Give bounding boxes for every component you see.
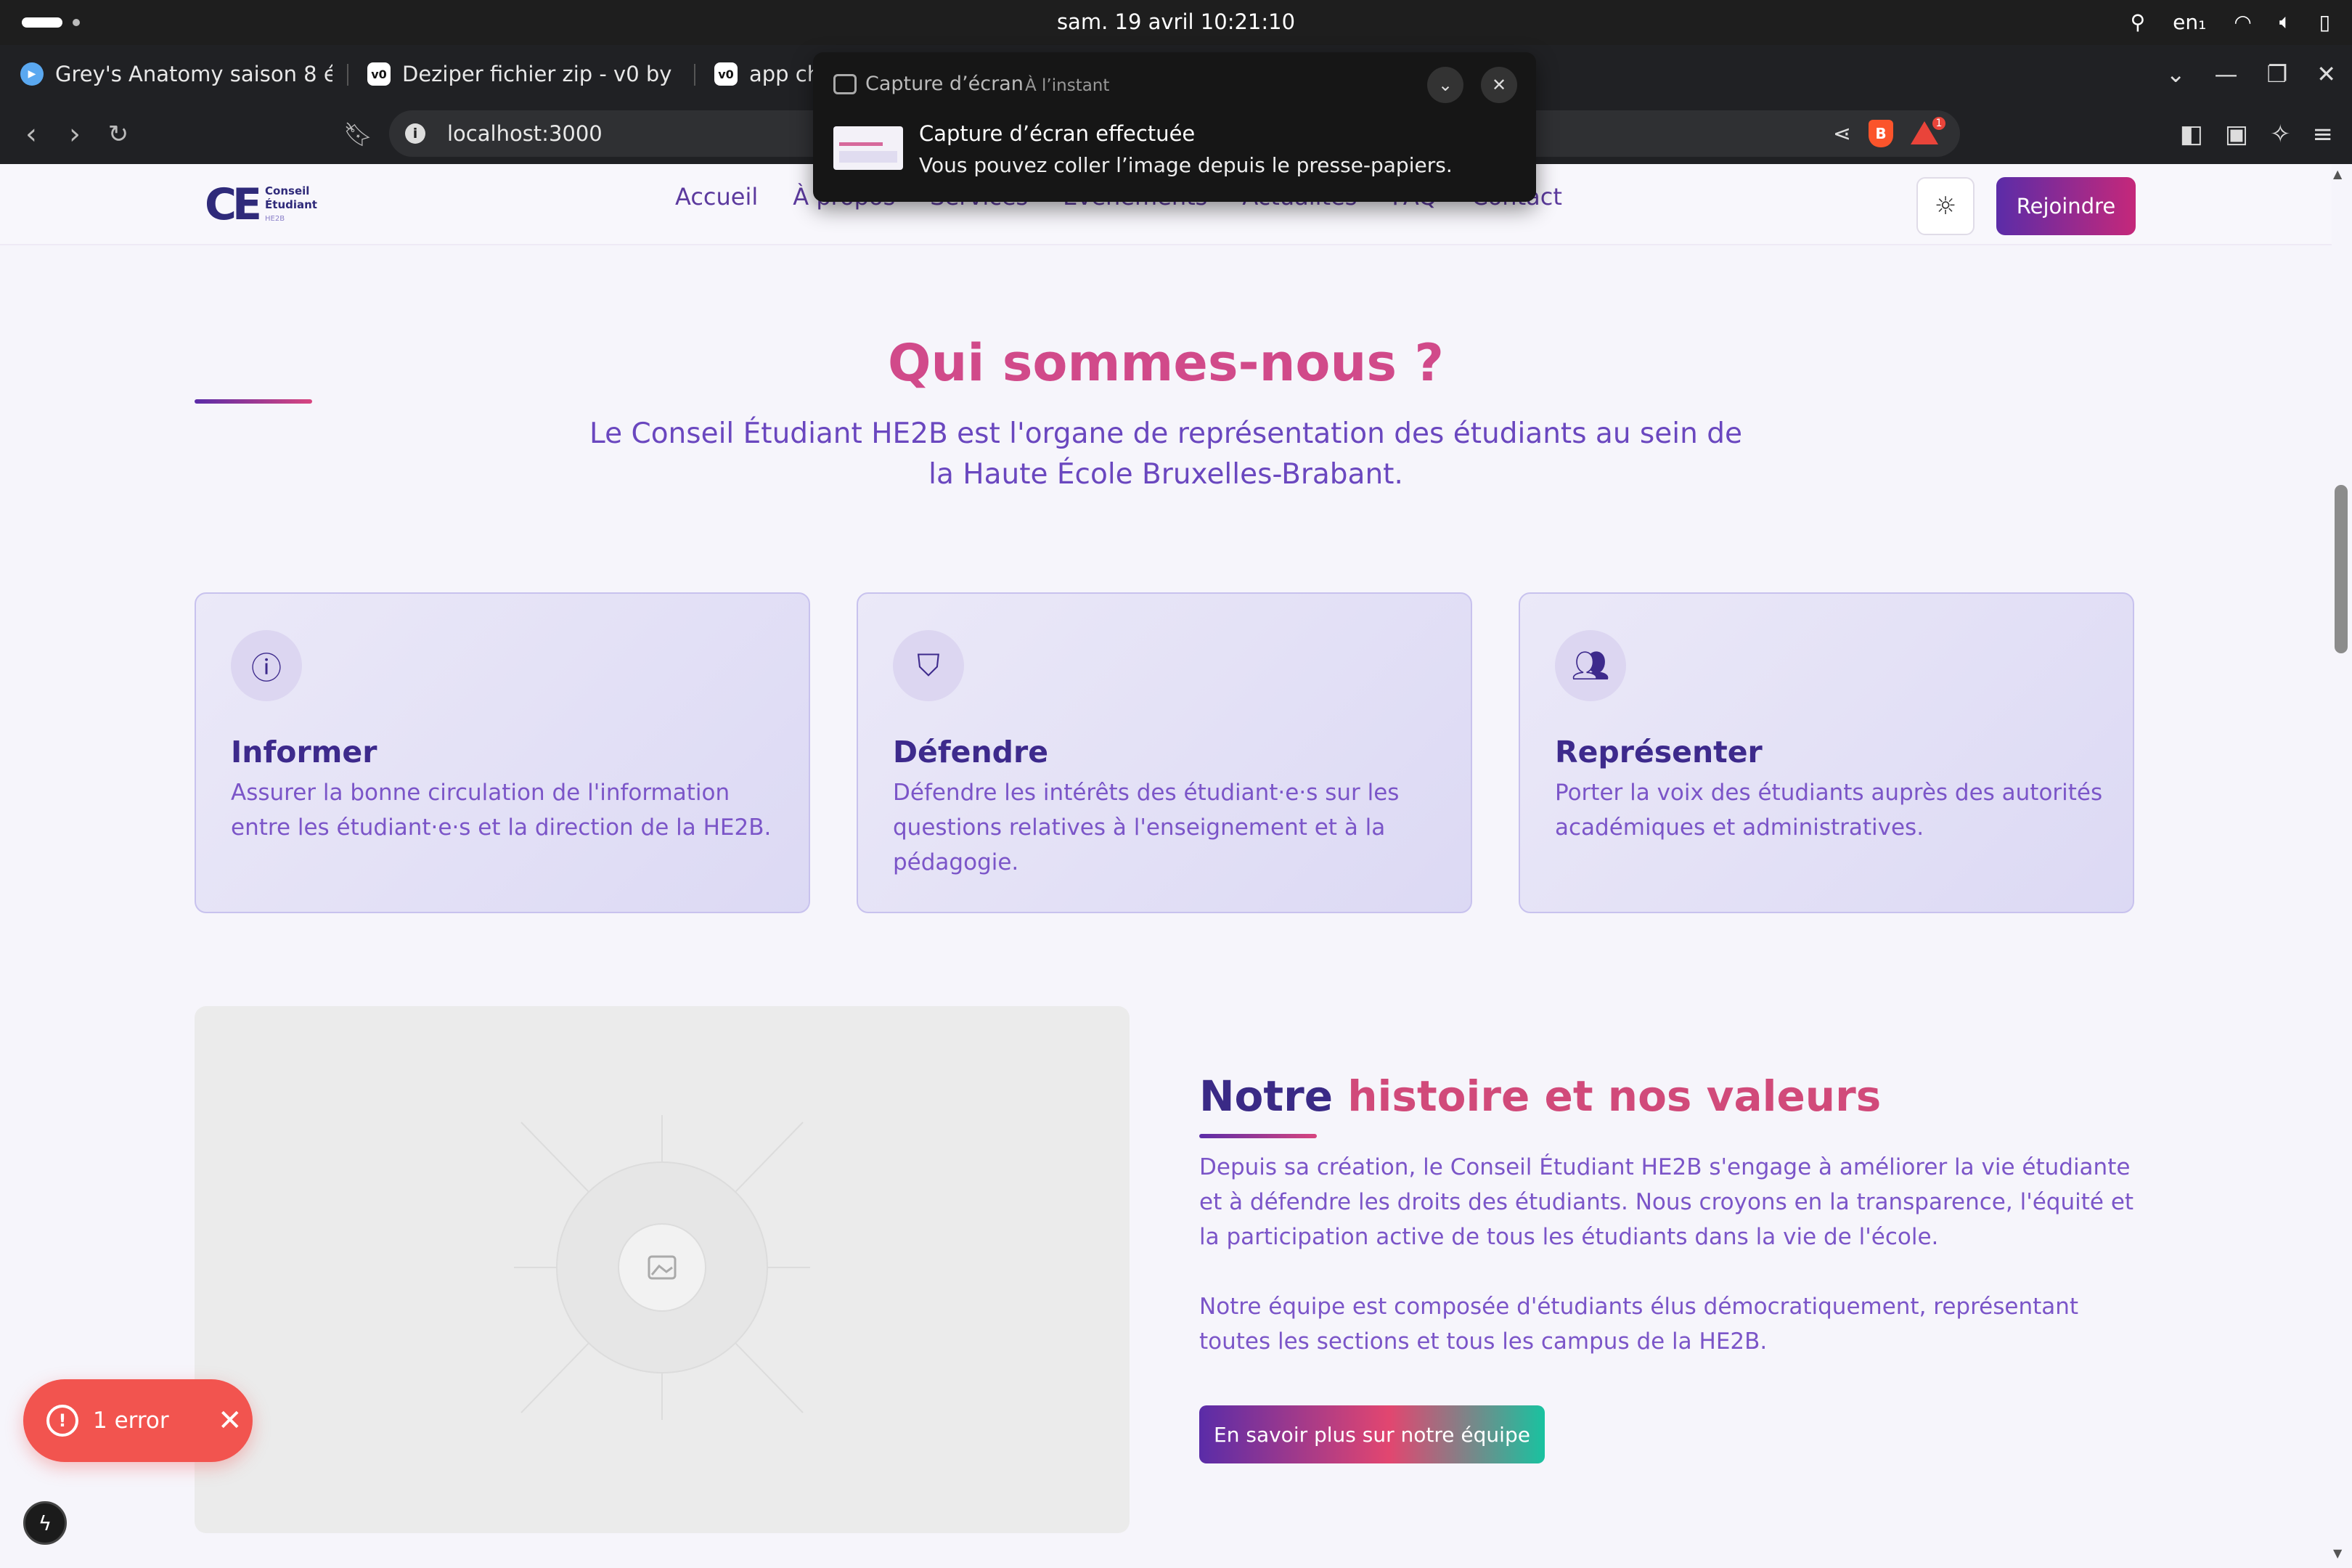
card-informer: ⓘ Informer Assurer la bonne circulation … <box>195 592 810 913</box>
placeholder-graphic <box>514 1115 810 1420</box>
close-window-icon[interactable]: ✕ <box>2316 60 2336 88</box>
sun-icon: ☼ <box>1934 192 1957 221</box>
os-top-bar: sam. 19 avril 10:21:10 ⚲ en₁ ◠ 🔈︎ ▯ <box>0 0 2352 45</box>
theme-toggle-button[interactable]: ☼ <box>1916 177 1975 235</box>
notification-expand-chevron-icon[interactable]: ⌄ <box>1427 67 1463 103</box>
scroll-up-arrow-icon[interactable]: ▲ <box>2333 167 2342 181</box>
thumb-bar <box>839 151 897 163</box>
address-bar-actions: ⋖ B 1 <box>1833 110 1947 157</box>
wifi-icon[interactable]: ◠ <box>2234 10 2251 34</box>
section-accent-line <box>195 399 312 404</box>
error-toast[interactable]: ! 1 error ✕ <box>23 1379 253 1462</box>
window-controls: ⌄ — ❐ ✕ <box>2166 54 2336 94</box>
logo-line1: Conseil <box>265 184 310 197</box>
toolbar-right-actions: ◧ ▣ ✧ ≡ <box>2180 116 2333 152</box>
info-icon: ⓘ <box>231 630 302 701</box>
logo-line3: HE2B <box>265 214 285 223</box>
tab-label: app ch <box>749 62 813 86</box>
play-icon: ▶ <box>20 62 44 86</box>
story-title-highlight: histoire et nos valeurs <box>1347 1071 1882 1121</box>
bolt-icon[interactable]: ϟ <box>23 1501 67 1545</box>
bookmark-icon[interactable]: 🔖︎ <box>340 116 376 152</box>
os-clock[interactable]: sam. 19 avril 10:21:10 <box>0 7 2352 36</box>
back-icon[interactable]: ‹ <box>13 116 49 152</box>
section-title: Qui sommes-nous ? <box>888 333 1444 393</box>
battery-icon[interactable]: ▯ <box>2319 10 2330 34</box>
brave-rewards-icon[interactable]: 1 <box>1911 115 1947 146</box>
system-tray[interactable]: ⚲ en₁ ◠ 🔈︎ ▯ <box>2131 7 2330 36</box>
screenshot-notification[interactable]: Capture d’écran À l’instant ⌄ ✕ Capture … <box>813 52 1536 202</box>
story-title-part: Notre <box>1199 1071 1348 1121</box>
url-text[interactable]: localhost:3000 <box>447 110 603 157</box>
notification-title: Capture d’écran effectuée <box>919 121 1196 146</box>
users-icon: 👥︎ <box>1555 630 1626 701</box>
tab-greys-anatomy[interactable]: ▶ Grey's Anatomy saison 8 épi <box>20 54 332 94</box>
card-representer: 👥︎ Représenter Porter la voix des étudia… <box>1519 592 2134 913</box>
screenshot-icon <box>833 74 857 94</box>
maximize-icon[interactable]: ❐ <box>2267 60 2288 88</box>
tab-deziper[interactable]: v0 Deziper fichier zip - v0 by Ve <box>367 54 675 94</box>
site-logo[interactable]: CE Conseil Étudiant HE2B <box>205 183 317 226</box>
tab-separator <box>694 64 695 86</box>
card-text: Défendre les intérêts des étudiant·e·s s… <box>893 780 1400 875</box>
story-title: Notre histoire et nos valeurs <box>1199 1067 1881 1125</box>
brave-shields-icon[interactable]: B <box>1869 120 1893 147</box>
story-paragraph-2: Notre équipe est composée d'étudiants él… <box>1199 1294 2079 1355</box>
leo-ai-icon[interactable]: ✧ <box>2270 120 2291 149</box>
image-placeholder <box>195 1006 1130 1533</box>
minimize-icon[interactable]: — <box>2215 60 2238 88</box>
tab-app[interactable]: v0 app ch <box>714 54 813 94</box>
card-text: Assurer la bonne circulation de l'inform… <box>231 780 772 841</box>
thumb-bar <box>839 142 883 146</box>
notification-close-icon[interactable]: ✕ <box>1481 67 1517 103</box>
shield-icon: ⛉ <box>893 630 964 701</box>
tab-separator <box>347 64 348 86</box>
story-accent-line <box>1199 1134 1317 1138</box>
notification-app-name: Capture d’écran <box>865 73 1024 95</box>
share-icon[interactable]: ⋖ <box>1833 121 1851 147</box>
wallet-icon[interactable]: ▣ <box>2225 120 2248 149</box>
tab-label: Deziper fichier zip - v0 by Ve <box>402 62 675 86</box>
team-button[interactable]: En savoir plus sur notre équipe <box>1199 1405 1545 1463</box>
card-text: Porter la voix des étudiants auprès des … <box>1555 780 2103 841</box>
volume-icon[interactable]: 🔈︎ <box>2279 9 2292 34</box>
accessibility-icon[interactable]: ⚲ <box>2131 10 2146 34</box>
forward-icon[interactable]: › <box>57 116 93 152</box>
scroll-down-arrow-icon[interactable]: ▼ <box>2333 1546 2342 1560</box>
error-label[interactable]: 1 error <box>93 1379 169 1462</box>
sidebar-toggle-icon[interactable]: ◧ <box>2180 120 2203 149</box>
scrollbar-thumb[interactable] <box>2335 485 2348 653</box>
logo-mark: CE <box>205 179 262 230</box>
logo-text: Conseil Étudiant HE2B <box>265 184 317 226</box>
notification-time: À l’instant <box>1025 76 1110 95</box>
screenshot-thumbnail <box>833 126 903 170</box>
v0-icon: v0 <box>714 62 738 86</box>
keyboard-layout[interactable]: en₁ <box>2173 10 2206 34</box>
reload-icon[interactable]: ↻ <box>100 116 136 152</box>
story-paragraph-1: Depuis sa création, le Conseil Étudiant … <box>1199 1154 2134 1250</box>
close-icon[interactable]: ✕ <box>218 1379 242 1462</box>
rewards-badge: 1 <box>1931 115 1947 131</box>
nav-accueil[interactable]: Accueil <box>675 183 758 211</box>
error-icon: ! <box>46 1405 78 1437</box>
notification-body: Vous pouvez coller l’image depuis le pre… <box>919 153 1453 177</box>
scrollbar-track[interactable] <box>2332 164 2352 1568</box>
join-button[interactable]: Rejoindre <box>1996 177 2136 235</box>
menu-icon[interactable]: ≡ <box>2313 120 2334 149</box>
card-defendre: ⛉ Défendre Défendre les intérêts des étu… <box>857 592 1472 913</box>
tab-label: Grey's Anatomy saison 8 épi <box>55 62 332 86</box>
tab-list-chevron-icon[interactable]: ⌄ <box>2166 60 2186 88</box>
section-subtitle: Le Conseil Étudiant HE2B est l'organe de… <box>589 417 1742 491</box>
logo-line2: Étudiant <box>265 197 317 211</box>
v0-icon: v0 <box>367 62 391 86</box>
site-info-icon[interactable]: i <box>405 123 425 144</box>
